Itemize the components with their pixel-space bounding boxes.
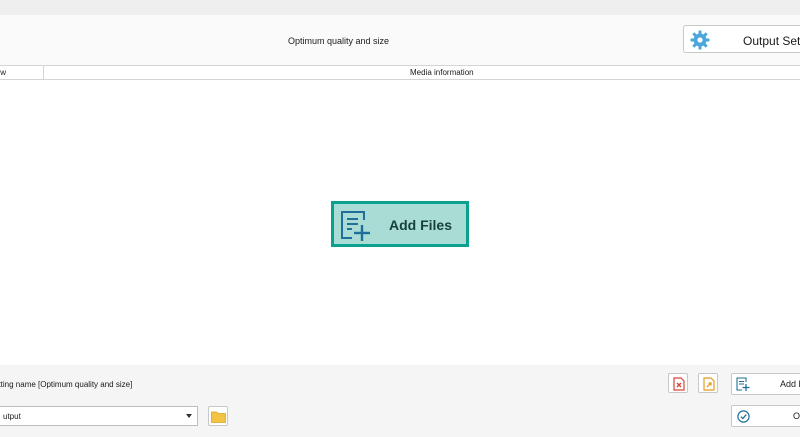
remove-file-icon <box>673 377 685 391</box>
header-toolbar <box>0 15 800 65</box>
checkmark-circle-icon <box>737 410 750 423</box>
file-list-header: iew Media information <box>0 65 800 80</box>
output-folder-select[interactable]: utput <box>0 406 198 426</box>
folder-icon <box>211 411 226 423</box>
column-media-information[interactable]: Media information <box>410 68 474 77</box>
chevron-down-icon <box>186 414 192 418</box>
top-strip <box>0 0 800 15</box>
add-files-small-button[interactable]: Add F <box>731 373 800 395</box>
ok-button[interactable]: O <box>731 405 800 427</box>
column-divider[interactable] <box>43 66 44 79</box>
add-files-button[interactable]: Add Files <box>331 201 469 247</box>
profile-label: Optimum quality and size <box>288 36 390 46</box>
add-files-small-label: Add F <box>780 379 800 389</box>
remove-file-button[interactable] <box>668 373 688 393</box>
column-preview[interactable]: iew <box>0 68 6 77</box>
export-file-button[interactable] <box>698 373 718 393</box>
output-folder-value: utput <box>3 412 21 421</box>
add-document-icon <box>736 377 750 391</box>
ok-label: O <box>793 411 800 421</box>
gear-icon <box>690 30 710 50</box>
export-file-icon <box>703 377 715 391</box>
setting-name-label: etting name [Optimum quality and size] <box>0 380 133 389</box>
output-settings-label: Output Setti <box>743 34 800 48</box>
browse-folder-button[interactable] <box>208 406 228 426</box>
add-files-label: Add Files <box>389 217 453 233</box>
output-settings-button[interactable]: Output Setti <box>683 25 800 53</box>
add-document-icon <box>341 211 370 241</box>
